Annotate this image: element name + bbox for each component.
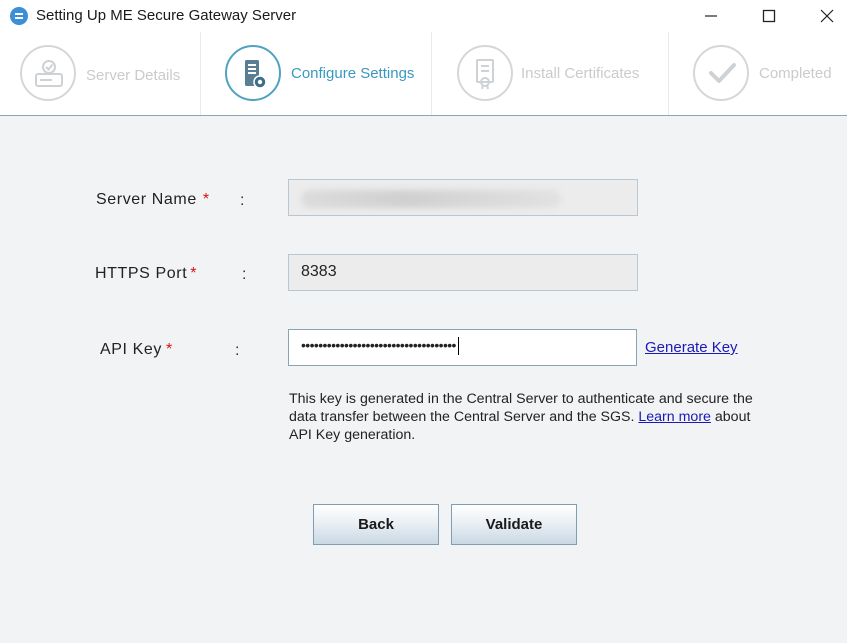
validate-button[interactable]: Validate bbox=[451, 504, 577, 545]
step-label: Configure Settings bbox=[291, 65, 415, 82]
minimize-icon bbox=[705, 15, 717, 17]
blurred-server-name bbox=[301, 190, 561, 208]
close-button[interactable] bbox=[803, 0, 847, 32]
https-port-label-text: HTTPS Port bbox=[95, 265, 188, 282]
step-configure-settings: Configure Settings bbox=[224, 32, 430, 115]
generate-key-link[interactable]: Generate Key bbox=[645, 339, 738, 356]
https-port-value: 8383 bbox=[301, 263, 337, 280]
api-key-label: API Key * bbox=[100, 341, 173, 359]
api-key-label-text: API Key bbox=[100, 341, 163, 358]
title-bar: Setting Up ME Secure Gateway Server bbox=[0, 0, 847, 32]
colon: : bbox=[235, 342, 240, 359]
server-check-icon bbox=[20, 45, 76, 101]
required-marker: * bbox=[202, 191, 210, 208]
step-label: Server Details bbox=[86, 67, 181, 84]
app-icon bbox=[10, 7, 28, 25]
maximize-button[interactable] bbox=[745, 0, 791, 32]
minimize-button[interactable] bbox=[687, 0, 733, 32]
server-name-input[interactable] bbox=[288, 179, 638, 216]
step-install-certificates: Install Certificates bbox=[456, 32, 666, 115]
server-name-label: Server Name * bbox=[96, 191, 210, 209]
window-title: Setting Up ME Secure Gateway Server bbox=[36, 7, 297, 24]
learn-more-link[interactable]: Learn more bbox=[638, 409, 711, 425]
checkmark-icon bbox=[693, 45, 749, 101]
https-port-label: HTTPS Port * bbox=[95, 265, 197, 283]
step-divider bbox=[668, 32, 669, 115]
wizard-steps: Server Details Configure Settings Instal… bbox=[0, 32, 847, 116]
https-port-input[interactable]: 8383 bbox=[288, 254, 638, 291]
text-cursor bbox=[457, 337, 459, 356]
step-server-details: Server Details bbox=[20, 32, 200, 115]
step-divider bbox=[200, 32, 201, 115]
server-name-label-text: Server Name bbox=[96, 191, 197, 208]
step-label: Completed bbox=[759, 65, 832, 82]
colon: : bbox=[242, 266, 247, 283]
required-marker: * bbox=[166, 341, 173, 358]
step-label: Install Certificates bbox=[521, 65, 640, 82]
api-key-help-text: This key is generated in the Central Ser… bbox=[289, 390, 759, 444]
required-marker: * bbox=[190, 265, 198, 282]
colon: : bbox=[240, 192, 245, 209]
api-key-input[interactable]: •••••••••••••••••••••••••••••••••••• bbox=[288, 329, 637, 366]
close-icon bbox=[820, 9, 834, 23]
step-completed: Completed bbox=[692, 32, 847, 115]
certificate-icon bbox=[457, 45, 513, 101]
server-gear-icon bbox=[225, 45, 281, 101]
maximize-icon bbox=[762, 9, 776, 23]
step-divider bbox=[431, 32, 432, 115]
back-button[interactable]: Back bbox=[313, 504, 439, 545]
api-key-value: •••••••••••••••••••••••••••••••••••• bbox=[301, 337, 456, 353]
configure-settings-form: Server Name * : HTTPS Port * : 8383 API Ke… bbox=[0, 117, 847, 643]
